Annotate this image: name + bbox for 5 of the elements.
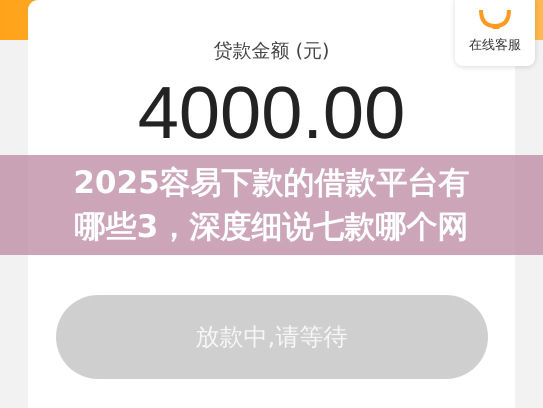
banner-title-line: 哪些3，深度细说七款哪个网	[74, 208, 468, 247]
support-button[interactable]: 在线客服	[455, 0, 535, 66]
amount-label: 贷款金额 (元)	[214, 39, 330, 64]
banner-title-line: 2025容易下款的借款平台有	[73, 164, 470, 203]
loan-amount: 4000.00	[138, 72, 406, 154]
